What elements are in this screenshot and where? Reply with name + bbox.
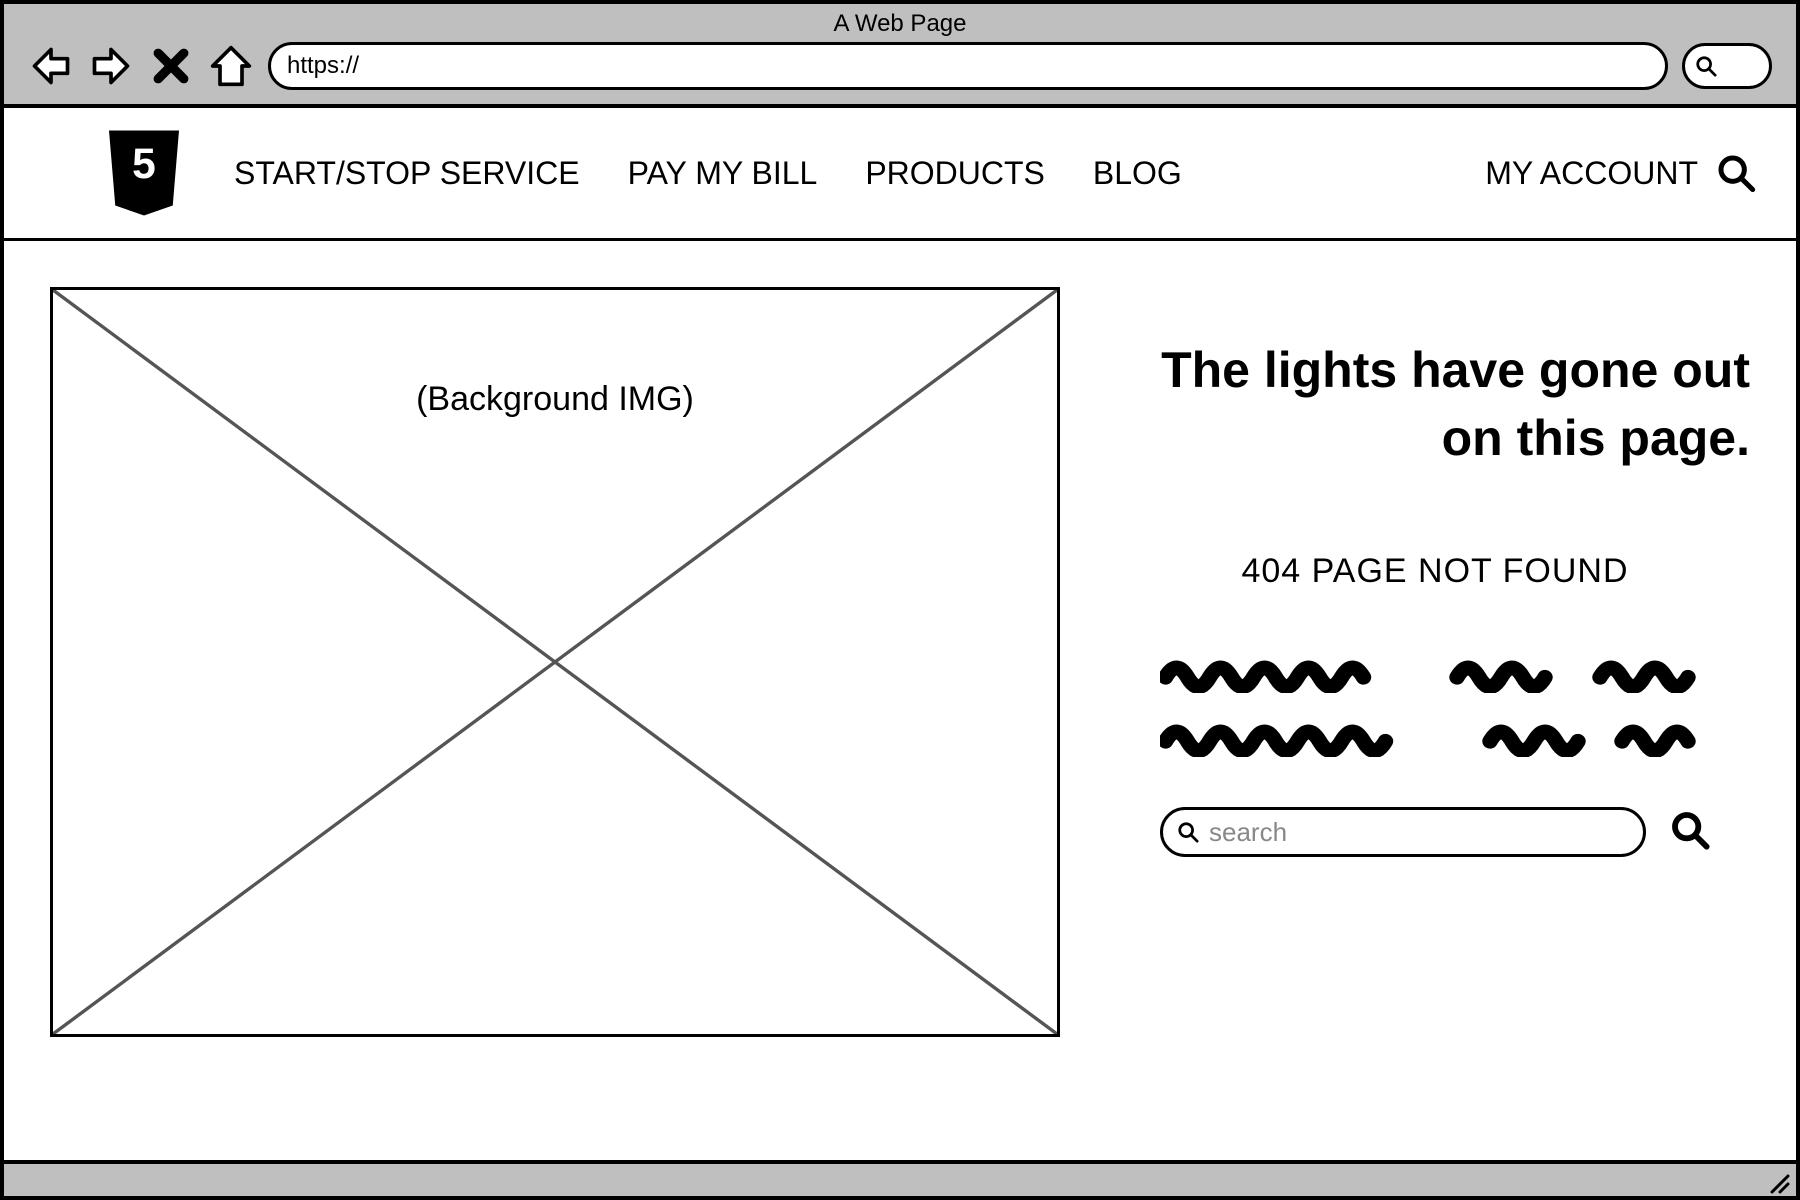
my-account-link[interactable]: MY ACCOUNT [1485, 153, 1756, 193]
nav-start-stop-service[interactable]: START/STOP SERVICE [234, 155, 580, 192]
back-button[interactable] [28, 43, 74, 89]
go-button[interactable] [1682, 43, 1772, 89]
search-icon [1670, 810, 1710, 850]
search-icon [1177, 821, 1199, 843]
hero-image-placeholder: (Background IMG) [50, 287, 1060, 1037]
site-header: 5 START/STOP SERVICE PAY MY BILL PRODUCT… [4, 108, 1796, 241]
forward-button[interactable] [88, 43, 134, 89]
primary-nav: START/STOP SERVICE PAY MY BILL PRODUCTS … [234, 155, 1182, 192]
placeholder-text [1160, 651, 1710, 757]
scribble-line-icon [1160, 651, 1710, 693]
my-account-label: MY ACCOUNT [1485, 155, 1698, 192]
nav-products[interactable]: PRODUCTS [865, 155, 1045, 192]
nav-pay-my-bill[interactable]: PAY MY BILL [628, 155, 818, 192]
error-panel: The lights have gone out on this page. 4… [1120, 287, 1750, 1140]
nav-blog[interactable]: BLOG [1093, 155, 1182, 192]
scribble-line-icon [1160, 715, 1710, 757]
arrow-left-icon [29, 44, 73, 88]
browser-chrome: A Web Page [4, 4, 1796, 108]
error-search-row [1120, 807, 1750, 857]
page-content: (Background IMG) The lights have gone ou… [4, 241, 1796, 1160]
browser-window: A Web Page 5 [0, 0, 1800, 1200]
error-search-input[interactable] [1209, 817, 1629, 848]
arrow-right-icon [89, 44, 133, 88]
error-search-field[interactable] [1160, 807, 1646, 857]
home-button[interactable] [208, 43, 254, 89]
search-icon [1695, 55, 1717, 77]
status-bar [4, 1160, 1796, 1196]
svg-text:5: 5 [132, 141, 156, 188]
image-caption: (Background IMG) [53, 380, 1057, 419]
error-subhead: 404 PAGE NOT FOUND [1120, 552, 1750, 591]
home-icon [209, 44, 253, 88]
browser-toolbar [4, 42, 1796, 90]
site-logo-icon[interactable]: 5 [104, 128, 184, 218]
error-search-button[interactable] [1670, 810, 1710, 855]
url-bar[interactable] [268, 42, 1668, 90]
resize-handle-icon[interactable] [1766, 1170, 1790, 1194]
close-icon [149, 44, 193, 88]
error-headline: The lights have gone out on this page. [1120, 337, 1750, 472]
browser-title: A Web Page [4, 4, 1796, 42]
url-input[interactable] [287, 52, 1649, 80]
search-icon[interactable] [1716, 153, 1756, 193]
stop-button[interactable] [148, 43, 194, 89]
